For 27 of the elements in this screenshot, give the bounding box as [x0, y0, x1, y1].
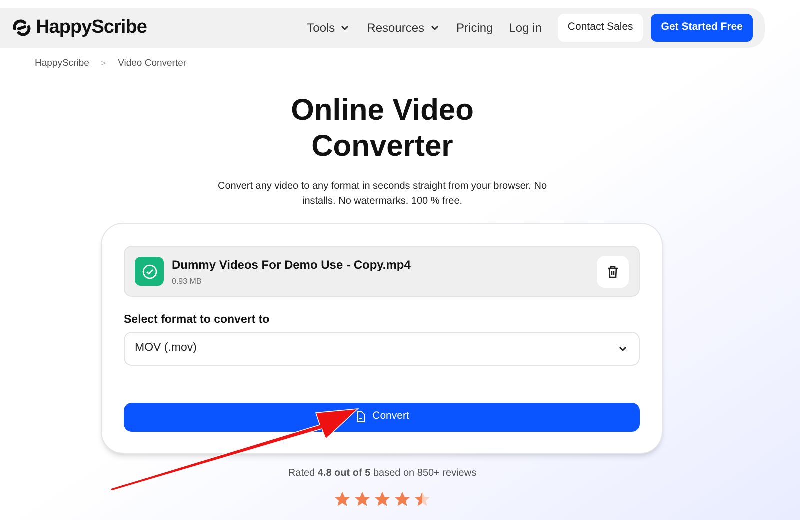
trash-icon	[606, 264, 620, 279]
rating-text: Rated 4.8 out of 5 based on 850+ reviews	[287, 466, 478, 480]
document-icon	[354, 411, 367, 423]
get-started-button[interactable]: Get Started Free	[651, 14, 753, 42]
breadcrumb-link[interactable]: Video Converter	[118, 57, 187, 72]
logo-icon	[12, 18, 32, 38]
nav-link[interactable]: Resources	[367, 19, 441, 37]
delete-button[interactable]	[597, 256, 629, 288]
breadcrumb-link[interactable]: HappyScribe	[35, 57, 90, 72]
star-icon	[354, 490, 371, 508]
convert-button[interactable]: Convert	[124, 402, 640, 432]
subtitle: Convert any video to any format in seconds straight from your browser. No installs. No watermarks. 100 % free.	[218, 180, 548, 210]
star-icon	[414, 490, 431, 508]
file-name: Dummy Videos For Demo Use - Copy.mp4	[172, 256, 411, 274]
nav-link[interactable]: Tools	[307, 19, 352, 37]
star-icon	[394, 490, 411, 508]
nav-link[interactable]: Pricing	[456, 19, 494, 37]
star-icon	[334, 490, 351, 508]
breadcrumb-separator: >	[101, 58, 106, 70]
contact-sales-button[interactable]: Contact Sales	[558, 14, 644, 42]
logo-text[interactable]: HappyScribe	[36, 14, 147, 42]
page-title: Online Video Converter	[290, 93, 475, 166]
star-icon	[374, 490, 391, 508]
format-label: Select format to convert to	[124, 313, 271, 328]
format-select[interactable]: MOV (.mov)	[124, 332, 640, 366]
nav-link[interactable]: Log in	[509, 19, 542, 37]
file-size: 0.93 MB	[172, 276, 203, 288]
